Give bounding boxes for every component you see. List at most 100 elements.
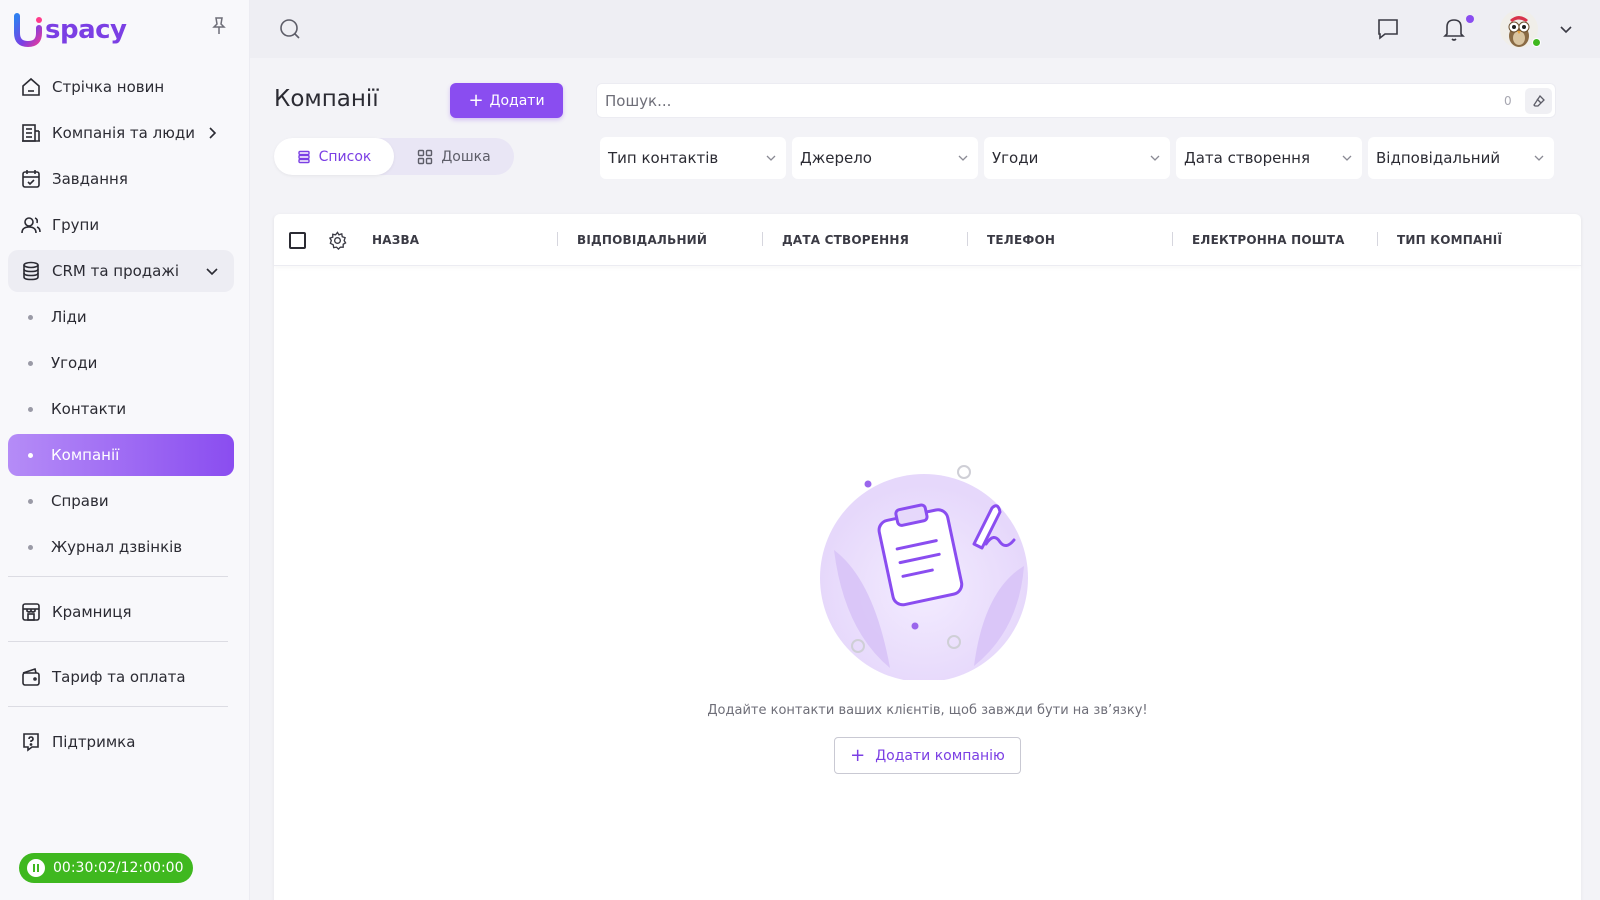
plus-icon: + (468, 89, 484, 111)
bullet-dot (28, 544, 33, 550)
sidebar-divider (8, 576, 228, 577)
sidebar-subitem-leads[interactable]: Ліди (8, 296, 234, 338)
filter-label: Джерело (800, 149, 872, 167)
sidebar-subitem-activities[interactable]: Справи (8, 480, 234, 522)
plus-icon: + (850, 744, 866, 766)
sidebar-item-support[interactable]: Підтримка (8, 721, 234, 763)
sidebar-item-news[interactable]: Стрічка новин (8, 66, 234, 108)
filter-bar: Тип контактів Джерело Угоди Дата створен… (600, 137, 1560, 179)
search-count: 0 (1504, 94, 1512, 108)
bullet-dot (28, 498, 33, 504)
table-header: НАЗВА ВІДПОВІДАЛЬНИЙ ДАТА СТВОРЕННЯ ТЕЛЕ… (274, 214, 1581, 266)
sidebar-item-label: Завдання (52, 170, 128, 188)
bullet-dot (28, 314, 33, 320)
online-status-dot (1532, 38, 1541, 47)
view-toggle: Список Дошка (274, 138, 514, 175)
view-board-label: Дошка (441, 148, 491, 165)
sidebar-item-store[interactable]: Крамниця (8, 591, 234, 633)
chat-icon[interactable] (1376, 17, 1400, 41)
bullet-dot (28, 452, 33, 458)
sidebar-item-tasks[interactable]: Завдання (8, 158, 234, 200)
chevron-right-icon (209, 127, 217, 139)
chevron-down-icon (1342, 155, 1352, 161)
companies-table: НАЗВА ВІДПОВІДАЛЬНИЙ ДАТА СТВОРЕННЯ ТЕЛЕ… (274, 214, 1581, 900)
filter-deals[interactable]: Угоди (984, 137, 1170, 179)
notification-dot (1466, 15, 1474, 23)
gear-icon[interactable] (328, 231, 347, 250)
chevron-down-icon[interactable] (1558, 21, 1574, 37)
column-header-phone[interactable]: ТЕЛЕФОН (987, 233, 1055, 247)
users-icon (20, 214, 42, 236)
work-timer[interactable]: 00:30:02/12:00:00 (19, 853, 194, 883)
search-input[interactable] (605, 84, 1465, 117)
sidebar-item-label: Стрічка новин (52, 78, 165, 96)
sidebar-subitem-call-log[interactable]: Журнал дзвінків (8, 526, 234, 568)
filter-label: Дата створення (1184, 149, 1310, 167)
sidebar-subitem-deals[interactable]: Угоди (8, 342, 234, 384)
sidebar-divider (8, 641, 228, 642)
subitem-label: Журнал дзвінків (51, 538, 183, 556)
sidebar-subitem-companies[interactable]: Компанії (8, 434, 234, 476)
add-button-label: Додати (489, 92, 545, 109)
subitem-label: Справи (51, 492, 109, 510)
clear-search-button[interactable] (1525, 88, 1552, 114)
column-separator (557, 232, 558, 246)
sidebar-item-label: CRM та продажі (52, 262, 180, 280)
add-company-button[interactable]: + Додати компанію (834, 737, 1021, 774)
chevron-down-icon (1150, 155, 1160, 161)
sidebar-item-company-people[interactable]: Компанія та люди (8, 112, 234, 154)
database-icon (20, 260, 42, 282)
pin-icon[interactable] (210, 16, 228, 36)
search-icon[interactable] (278, 17, 302, 41)
filter-responsible[interactable]: Відповідальний (1368, 137, 1554, 179)
filter-source[interactable]: Джерело (792, 137, 978, 179)
logo[interactable]: spacy (14, 10, 127, 50)
column-header-responsible[interactable]: ВІДПОВІДАЛЬНИЙ (577, 233, 707, 247)
add-company-label: Додати компанію (875, 747, 1005, 764)
column-header-created-date[interactable]: ДАТА СТВОРЕННЯ (782, 233, 909, 247)
sidebar-item-label: Групи (52, 216, 100, 234)
empty-clipboard-illustration (820, 465, 1028, 680)
subitem-label: Угоди (51, 354, 98, 372)
eraser-icon (1532, 94, 1545, 107)
building-icon (20, 122, 42, 144)
sidebar-subitem-contacts[interactable]: Контакти (8, 388, 234, 430)
column-separator (1172, 232, 1173, 246)
sidebar-item-crm[interactable]: CRM та продажі (8, 250, 234, 292)
subitem-label: Контакти (51, 400, 127, 418)
view-list-label: Список (318, 148, 372, 165)
select-all-checkbox[interactable] (289, 232, 306, 249)
home-icon (20, 76, 42, 98)
bullet-dot (28, 406, 33, 412)
column-header-company-type[interactable]: ТИП КОМПАНІЇ (1397, 233, 1502, 247)
pause-icon[interactable] (27, 859, 45, 877)
bullet-dot (28, 360, 33, 366)
chevron-down-icon (206, 268, 218, 276)
store-icon (20, 601, 42, 623)
timer-text: 00:30:02/12:00:00 (53, 860, 184, 876)
view-list-button[interactable]: Список (274, 138, 394, 175)
page-title: Компанії (274, 86, 379, 112)
filter-created-date[interactable]: Дата створення (1176, 137, 1362, 179)
column-separator (1377, 232, 1378, 246)
view-board-button[interactable]: Дошка (394, 138, 514, 175)
grid-icon (418, 149, 433, 164)
bell-icon[interactable] (1442, 16, 1466, 42)
chevron-down-icon (766, 155, 776, 161)
top-bar (250, 0, 1600, 58)
column-separator (967, 232, 968, 246)
column-header-name[interactable]: НАЗВА (372, 233, 419, 247)
sidebar-item-label: Компанія та люди (52, 124, 195, 142)
filter-contact-type[interactable]: Тип контактів (600, 137, 786, 179)
help-chat-icon (20, 731, 42, 753)
sidebar-item-label: Тариф та оплата (52, 668, 186, 686)
add-button[interactable]: + Додати (450, 83, 563, 118)
list-icon (297, 150, 310, 163)
column-header-email[interactable]: ЕЛЕКТРОННА ПОШТА (1192, 233, 1345, 247)
sidebar-item-groups[interactable]: Групи (8, 204, 234, 246)
search-box: 0 (596, 83, 1556, 118)
sidebar-item-billing[interactable]: Тариф та оплата (8, 656, 234, 698)
logo-u-icon (14, 13, 42, 47)
empty-state-text: Додайте контакти ваших клієнтів, щоб зав… (707, 703, 1148, 718)
filter-label: Угоди (992, 149, 1039, 167)
